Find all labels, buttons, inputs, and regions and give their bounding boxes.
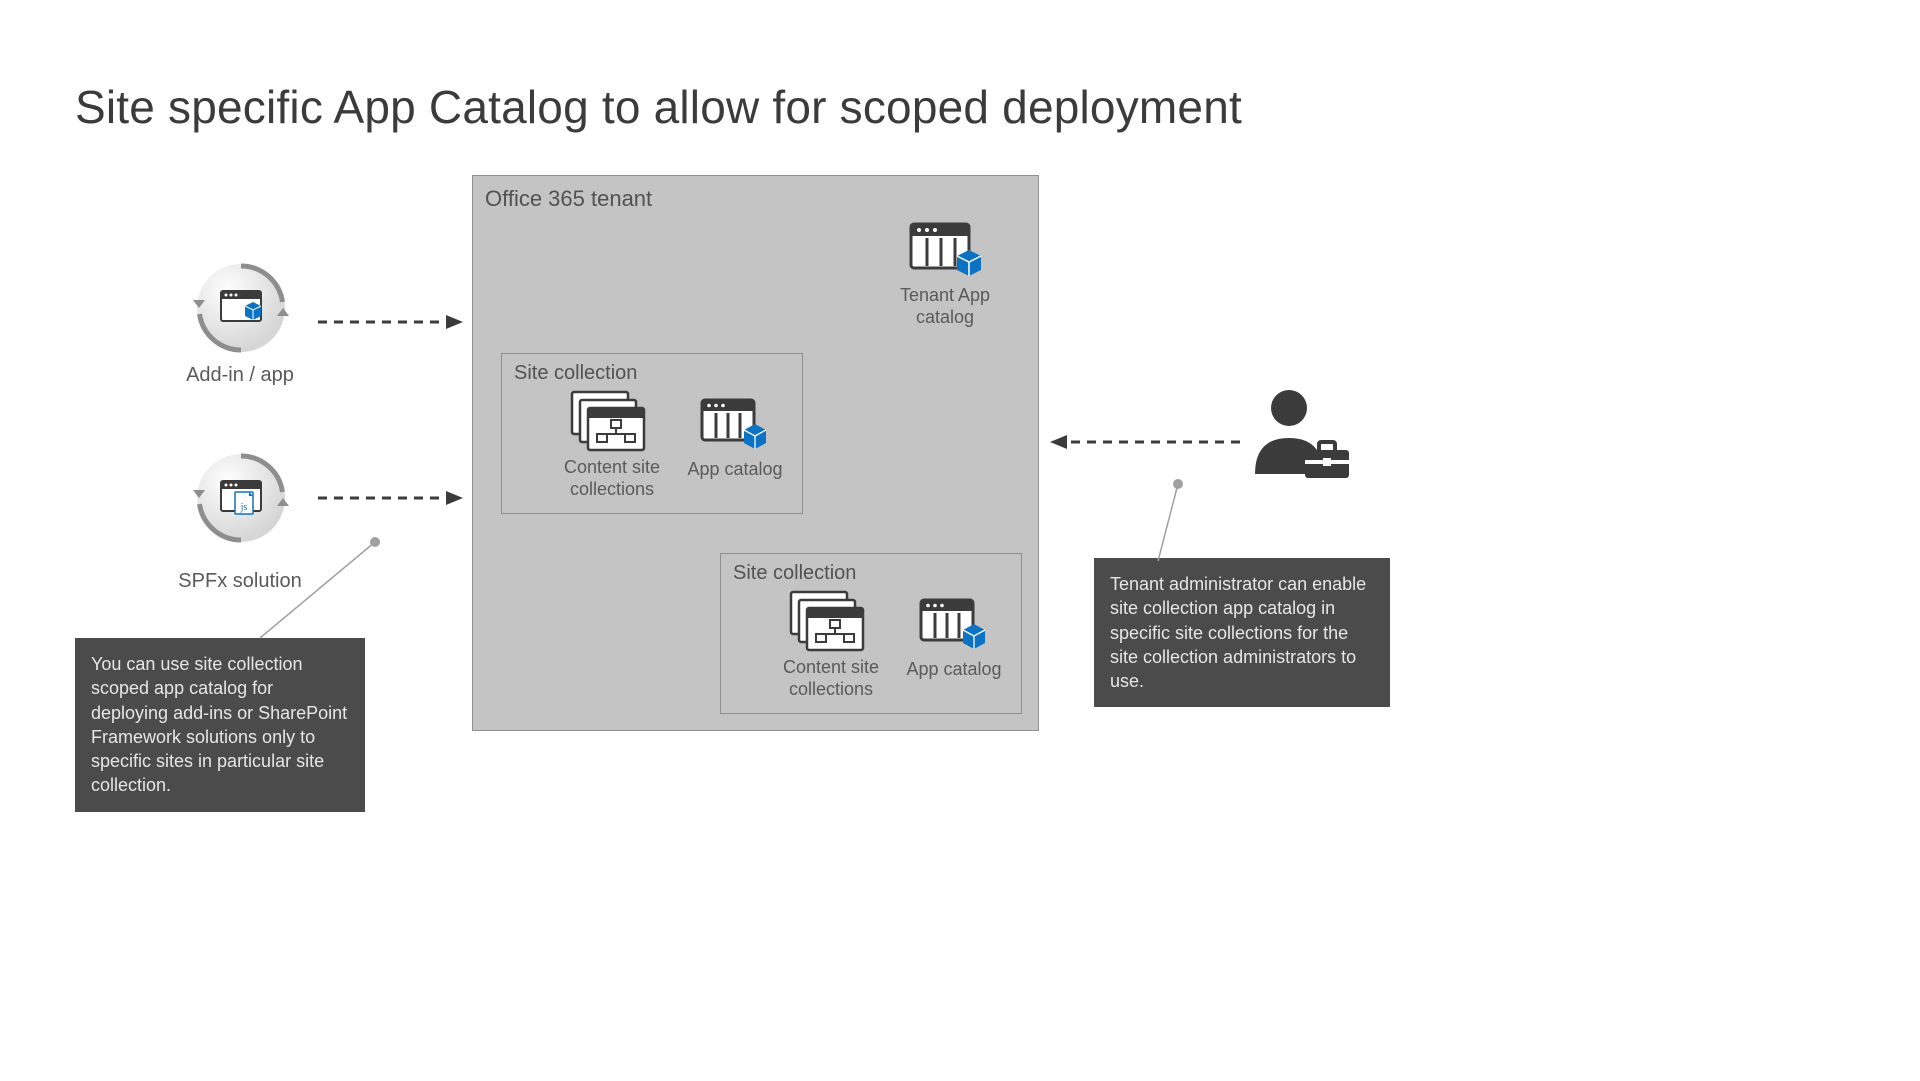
app-catalog-icon: [698, 394, 772, 454]
sc1-catalog-label: App catalog: [680, 459, 790, 481]
tenant-app-catalog-icon: [905, 216, 985, 280]
tenant-catalog-label: Tenant App catalog: [885, 285, 1005, 328]
annotation-right: Tenant administrator can enable site col…: [1094, 558, 1390, 707]
sc2-catalog-label: App catalog: [899, 659, 1009, 681]
arrow-admin-to-tenant-icon: [1050, 432, 1240, 452]
tenant-label: Office 365 tenant: [485, 186, 652, 212]
admin-user-icon: [1245, 384, 1355, 484]
svg-text:js: js: [240, 502, 248, 513]
site-collection-2-box: Site collection Content site collections: [720, 553, 1022, 714]
annotation-left: You can use site collection scoped app c…: [75, 638, 365, 812]
addin-cycle-icon: [191, 258, 291, 358]
tenant-box: Office 365 tenant Tenant App catalog Sit…: [472, 175, 1039, 731]
page-title: Site specific App Catalog to allow for s…: [75, 80, 1242, 134]
sc2-label: Site collection: [733, 562, 856, 585]
arrow-addin-to-tenant-icon: [318, 312, 463, 332]
leader-right-icon: [1158, 476, 1198, 566]
arrow-spfx-to-tenant-icon: [318, 488, 463, 508]
addin-label: Add-in / app: [150, 364, 330, 387]
app-catalog-icon: [917, 594, 991, 654]
site-collection-1-box: Site collection Content site collections: [501, 353, 803, 514]
content-site-collections-icon: [570, 390, 654, 456]
content-site-collections-icon: [789, 590, 873, 656]
leader-left-icon: [260, 532, 390, 642]
sc1-label: Site collection: [514, 362, 637, 385]
sc2-content-label: Content site collections: [771, 657, 891, 700]
sc1-content-label: Content site collections: [552, 457, 672, 500]
